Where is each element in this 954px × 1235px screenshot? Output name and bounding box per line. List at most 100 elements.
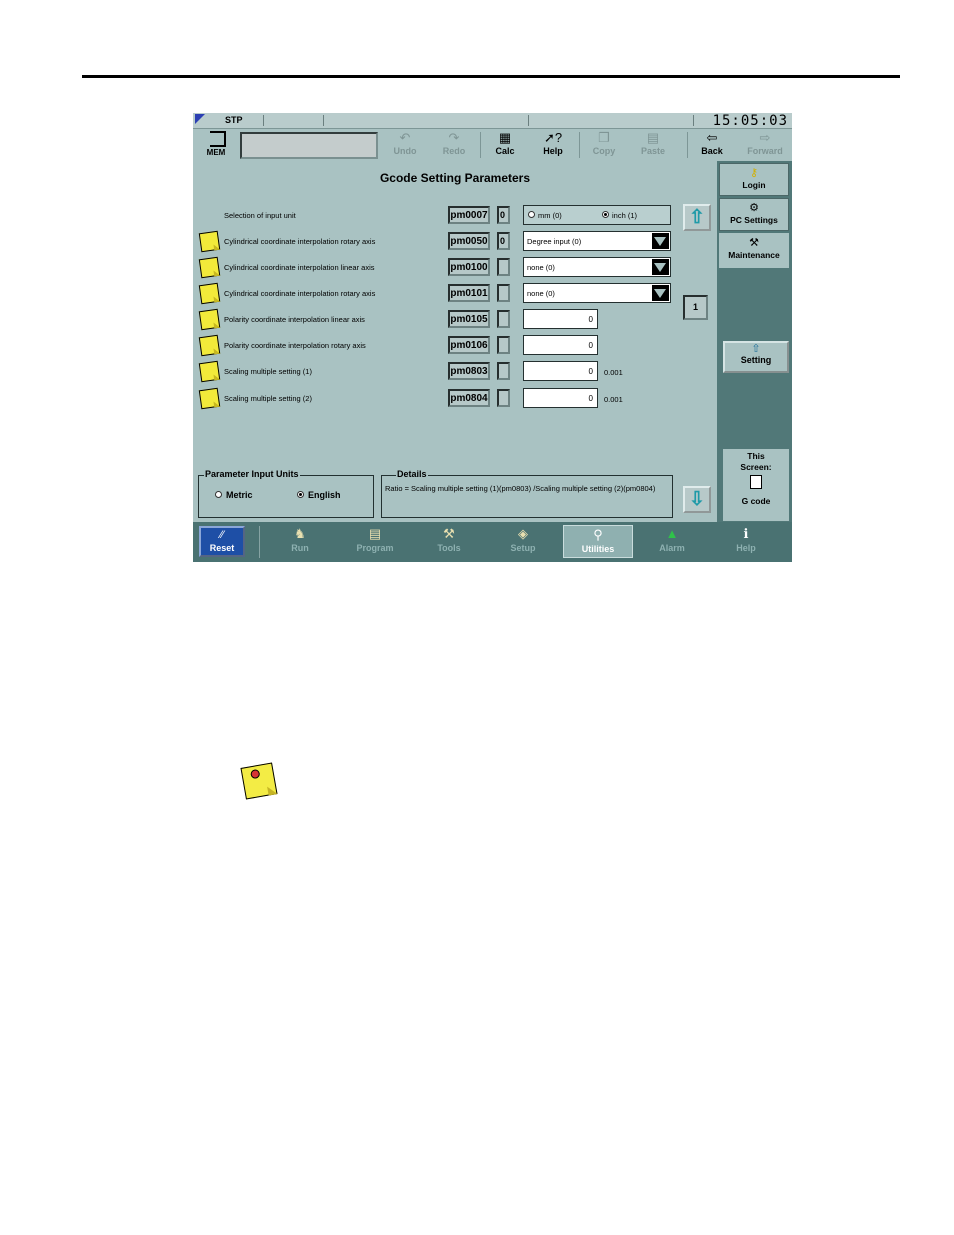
page-down-button[interactable]: ⇩	[683, 486, 711, 513]
undo-icon: ↶	[399, 130, 411, 145]
dropdown-arrow-icon[interactable]	[652, 259, 669, 275]
select-value: Degree input (0)	[527, 237, 582, 246]
cnc-screen: STP 15:05:03 MEM ↶ Undo ↷ Redo ▦ Calc ➚?…	[193, 113, 792, 562]
param-number-input[interactable]: 0	[523, 309, 598, 329]
nav-help[interactable]: ℹ Help	[711, 525, 781, 558]
status-mode: STP	[225, 115, 243, 125]
param-row: Cylindrical coordinate interpolation rot…	[193, 230, 717, 253]
toolbar: MEM ↶ Undo ↷ Redo ▦ Calc ➚? Help ❐ Copy …	[193, 129, 792, 159]
right-sidebar: ⚷ Login ⚙ PC Settings ⚒ Maintenance ⇧ Se…	[717, 161, 792, 522]
radio-inch[interactable]	[602, 211, 609, 218]
radio-english[interactable]	[297, 491, 304, 498]
paste-label: Paste	[640, 146, 666, 156]
this-screen-line2: Screen:	[740, 462, 772, 472]
param-number: pm0105	[448, 310, 490, 328]
radio-metric-label: Metric	[226, 490, 253, 500]
tab-maintenance[interactable]: ⚒ Maintenance	[719, 233, 789, 268]
nav-program[interactable]: ▤ Program	[340, 525, 410, 558]
tab-login[interactable]: ⚷ Login	[719, 163, 789, 196]
nav-alarm[interactable]: ▲ Alarm	[637, 525, 707, 558]
setting-label: Setting	[740, 355, 772, 365]
clock: 15:05:03	[712, 113, 788, 129]
param-value: 0	[497, 206, 510, 224]
pc-settings-icon: ⚙	[749, 202, 759, 214]
toolbar-divider	[480, 132, 481, 158]
undo-button[interactable]: ↶ Undo	[383, 129, 427, 159]
note-icon[interactable]	[198, 360, 221, 383]
param-number: pm0100	[448, 258, 490, 276]
nav-run[interactable]: ♞ Run	[265, 525, 335, 558]
page-up-button[interactable]: ⇧	[683, 204, 711, 231]
param-row: Polarity coordinate interpolation rotary…	[193, 334, 717, 357]
dropdown-arrow-icon[interactable]	[652, 285, 669, 301]
radio-metric[interactable]	[215, 491, 222, 498]
document-icon	[750, 475, 762, 489]
this-screen-line1: This	[747, 451, 765, 461]
status-divider	[263, 115, 264, 126]
radio-mm-label: mm (0)	[538, 211, 562, 220]
nav-setup-label: Setup	[510, 543, 536, 553]
param-value	[497, 284, 510, 302]
param-description: Scaling multiple setting (1)	[224, 367, 312, 376]
details-title: Details	[396, 469, 428, 479]
param-row: Cylindrical coordinate interpolation lin…	[193, 256, 717, 279]
page-header-rule	[82, 75, 900, 78]
note-icon[interactable]	[198, 387, 221, 410]
help-button[interactable]: ➚? Help	[531, 129, 575, 159]
redo-button[interactable]: ↷ Redo	[432, 129, 476, 159]
note-icon[interactable]	[198, 282, 221, 305]
nav-setup[interactable]: ◈ Setup	[488, 525, 558, 558]
param-description: Cylindrical coordinate interpolation lin…	[224, 263, 375, 272]
param-select[interactable]: Degree input (0)	[523, 231, 671, 251]
calc-label: Calc	[495, 146, 515, 156]
toolbar-divider	[579, 132, 580, 158]
param-value: 0	[497, 232, 510, 250]
note-icon[interactable]	[198, 230, 221, 253]
radio-mm[interactable]	[528, 211, 535, 218]
paste-button[interactable]: ▤ Paste	[631, 129, 675, 159]
nav-run-label: Run	[291, 543, 309, 553]
back-label: Back	[701, 146, 723, 156]
tab-maintenance-label: Maintenance	[728, 250, 780, 260]
param-select[interactable]: none (0)	[523, 283, 671, 303]
nav-program-label: Program	[356, 543, 394, 553]
tab-pc-settings[interactable]: ⚙ PC Settings	[719, 198, 789, 231]
tab-pc-settings-label: PC Settings	[730, 215, 778, 225]
param-select[interactable]: none (0)	[523, 257, 671, 277]
details-group: Details Ratio = Scaling multiple setting…	[381, 469, 673, 518]
param-number-input[interactable]: 0	[523, 335, 598, 355]
mem-label: MEM	[206, 148, 226, 157]
dropdown-arrow-icon[interactable]	[652, 233, 669, 249]
param-row: Polarity coordinate interpolation linear…	[193, 308, 717, 331]
copy-icon: ❐	[598, 130, 610, 145]
forward-arrow-icon: ⇨	[759, 130, 771, 145]
alarm-icon: ▲	[665, 526, 679, 541]
note-icon	[240, 762, 278, 800]
param-number-input[interactable]: 0	[523, 388, 598, 408]
run-icon: ♞	[294, 526, 306, 541]
setup-icon: ◈	[518, 526, 528, 541]
copy-button[interactable]: ❐ Copy	[582, 129, 626, 159]
calc-button[interactable]: ▦ Calc	[483, 129, 527, 159]
back-button[interactable]: ⇦ Back	[690, 129, 734, 159]
down-arrow-icon: ⇩	[689, 489, 705, 510]
note-icon[interactable]	[198, 256, 221, 279]
setting-button[interactable]: ⇧ Setting	[723, 341, 789, 373]
note-icon[interactable]	[198, 334, 221, 357]
mem-button[interactable]: MEM	[199, 129, 233, 159]
status-divider	[693, 115, 694, 126]
param-number-input[interactable]: 0	[523, 361, 598, 381]
nav-utilities[interactable]: ⚲ Utilities	[563, 525, 633, 558]
status-bar: STP 15:05:03	[193, 113, 792, 129]
details-text: Ratio = Scaling multiple setting (1)(pm0…	[385, 484, 656, 493]
setting-icon: ⇧	[751, 343, 761, 355]
note-icon[interactable]	[198, 308, 221, 331]
param-number: pm0007	[448, 206, 490, 224]
forward-button[interactable]: ⇨ Forward	[740, 129, 790, 159]
nav-utilities-label: Utilities	[581, 544, 615, 554]
param-value	[497, 310, 510, 328]
maintenance-icon: ⚒	[749, 237, 759, 249]
reset-label: Reset	[209, 543, 235, 553]
nav-tools[interactable]: ⚒ Tools	[414, 525, 484, 558]
reset-button[interactable]: ⁄⁄ Reset	[199, 526, 245, 557]
